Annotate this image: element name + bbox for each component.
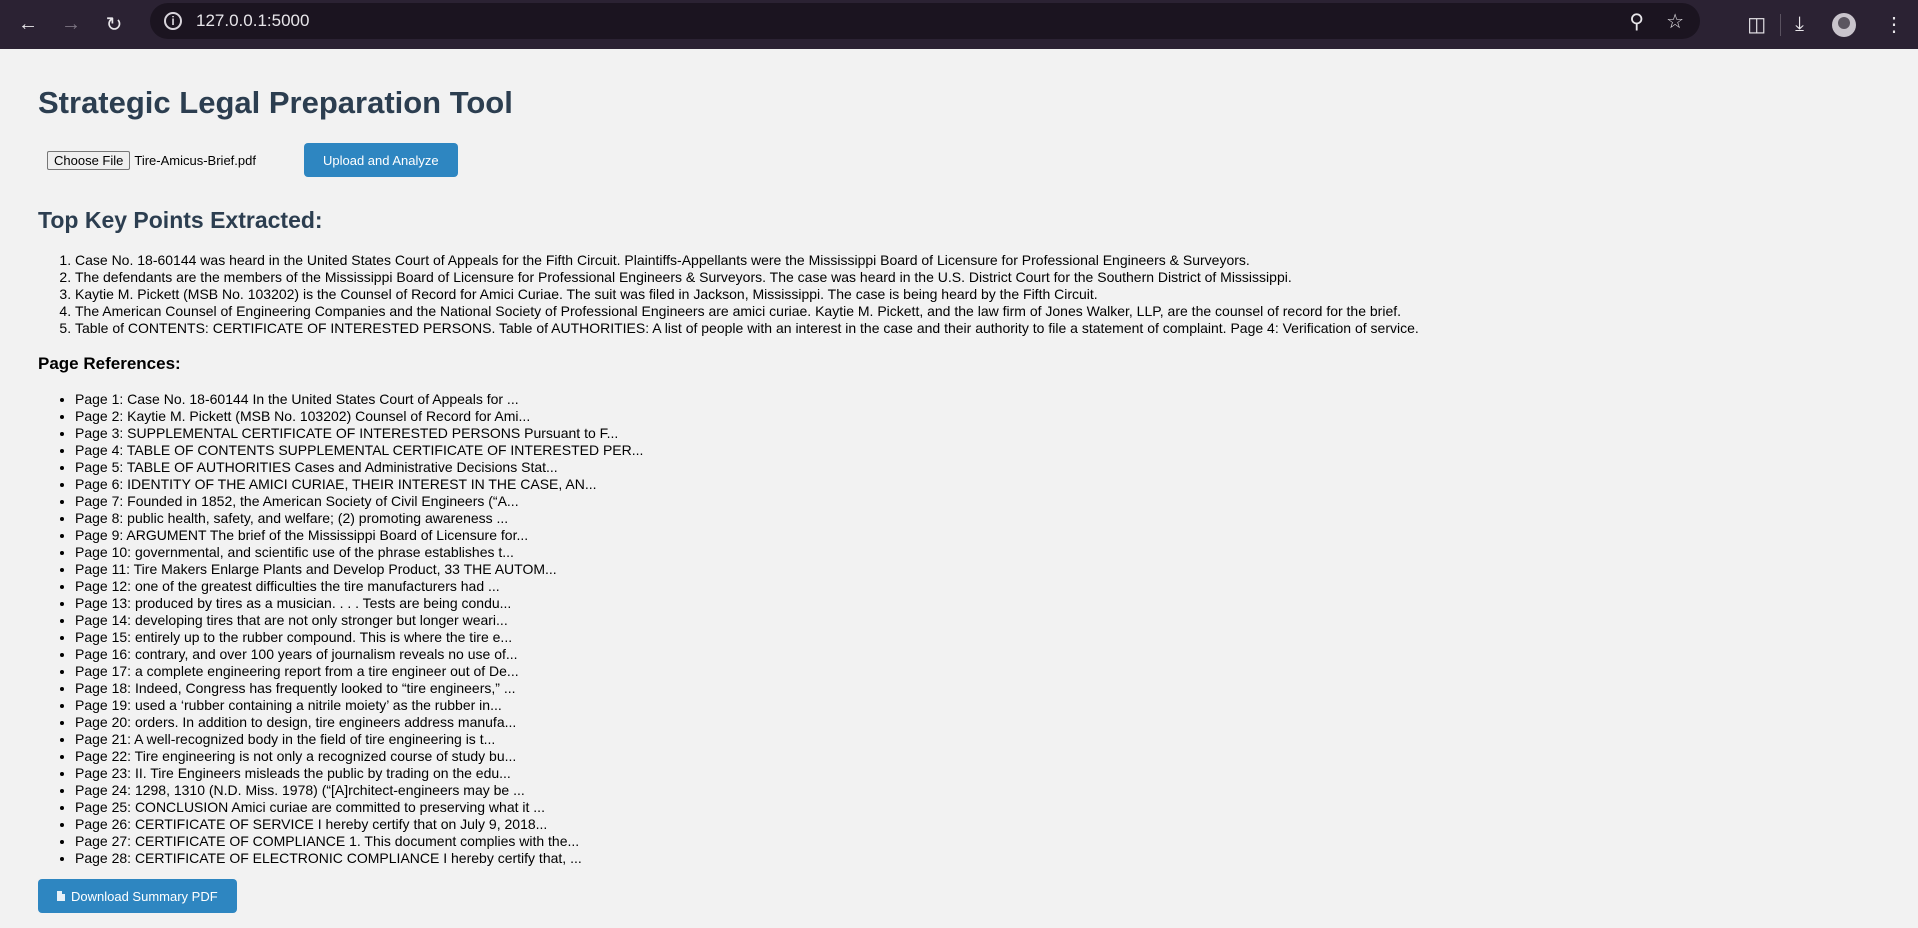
toolbar-divider — [1780, 13, 1782, 36]
page-reference-item: Page 15: entirely up to the rubber compo… — [75, 629, 1880, 646]
key-point-item: The defendants are the members of the Mi… — [75, 269, 1880, 286]
profile-avatar[interactable] — [1832, 12, 1856, 37]
page-reference-item: Page 25: CONCLUSION Amici curiae are com… — [75, 799, 1880, 816]
selected-file-name: Tire-Amicus-Brief.pdf — [134, 152, 256, 168]
key-point-item: Table of CONTENTS: CERTIFICATE OF INTERE… — [75, 320, 1880, 337]
menu-kebab-icon[interactable]: ⋮ — [1884, 12, 1904, 37]
page-reference-item: Page 8: public health, safety, and welfa… — [75, 510, 1880, 527]
page-reference-item: Page 1: Case No. 18-60144 In the United … — [75, 391, 1880, 408]
extensions-icon[interactable]: ◫ — [1747, 12, 1766, 37]
address-bar[interactable]: i 127.0.0.1:5000 ⚲ ☆ — [150, 3, 1700, 39]
page-reference-item: Page 9: ARGUMENT The brief of the Missis… — [75, 527, 1880, 544]
url-text[interactable]: 127.0.0.1:5000 — [196, 11, 309, 31]
page-reference-item: Page 17: a complete engineering report f… — [75, 663, 1880, 680]
page-references-list: Page 1: Case No. 18-60144 In the United … — [38, 391, 1880, 867]
page-reference-item: Page 10: governmental, and scientific us… — [75, 544, 1880, 561]
upload-analyze-button[interactable]: Upload and Analyze — [303, 143, 458, 177]
page-reference-item: Page 3: SUPPLEMENTAL CERTIFICATE OF INTE… — [75, 425, 1880, 442]
forward-arrow-icon[interactable]: → — [56, 10, 86, 40]
page-reference-item: Page 20: orders. In addition to design, … — [75, 714, 1880, 731]
site-info-icon[interactable]: i — [164, 12, 182, 30]
page-reference-item: Page 22: Tire engineering is not only a … — [75, 748, 1880, 765]
page-reference-item: Page 2: Kaytie M. Pickett (MSB No. 10320… — [75, 408, 1880, 425]
reload-icon[interactable]: ↻ — [99, 10, 129, 40]
page-reference-item: Page 14: developing tires that are not o… — [75, 612, 1880, 629]
upload-form: Choose File Tire-Amicus-Brief.pdf Upload… — [38, 143, 1880, 177]
bookmark-star-icon[interactable]: ☆ — [1666, 9, 1684, 34]
choose-file-button[interactable]: Choose File — [47, 150, 131, 170]
key-points-heading: Top Key Points Extracted: — [38, 207, 323, 233]
page-content: Strategic Legal Preparation Tool Choose … — [0, 85, 1918, 913]
download-summary-label: Download Summary PDF — [71, 888, 218, 904]
page-reference-item: Page 12: one of the greatest difficultie… — [75, 578, 1880, 595]
key-points-list: Case No. 18-60144 was heard in the Unite… — [38, 252, 1880, 337]
download-summary-button[interactable]: Download Summary PDF — [38, 879, 237, 913]
key-point-item: Kaytie M. Pickett (MSB No. 103202) is th… — [75, 286, 1880, 303]
back-arrow-icon[interactable]: ← — [13, 10, 43, 40]
page-reference-item: Page 19: used a ‘rubber containing a nit… — [75, 697, 1880, 714]
page-reference-item: Page 13: produced by tires as a musician… — [75, 595, 1880, 612]
browser-toolbar: ← → ↻ i 127.0.0.1:5000 ⚲ ☆ ◫ ⤓ ⋮ — [0, 0, 1918, 49]
page-reference-item: Page 6: IDENTITY OF THE AMICI CURIAE, TH… — [75, 476, 1880, 493]
document-icon — [57, 891, 65, 901]
page-reference-item: Page 27: CERTIFICATE OF COMPLIANCE 1. Th… — [75, 833, 1880, 850]
key-point-item: The American Counsel of Engineering Comp… — [75, 303, 1880, 320]
page-reference-item: Page 23: II. Tire Engineers misleads the… — [75, 765, 1880, 782]
page-reference-item: Page 5: TABLE OF AUTHORITIES Cases and A… — [75, 459, 1880, 476]
page-reference-item: Page 26: CERTIFICATE OF SERVICE I hereby… — [75, 816, 1880, 833]
omnibox-actions: ⚲ ☆ — [1629, 9, 1684, 34]
page-reference-item: Page 16: contrary, and over 100 years of… — [75, 646, 1880, 663]
download-icon[interactable]: ⤓ — [1795, 13, 1804, 36]
page-reference-item: Page 4: TABLE OF CONTENTS SUPPLEMENTAL C… — [75, 442, 1880, 459]
key-point-item: Case No. 18-60144 was heard in the Unite… — [75, 252, 1880, 269]
toolbar-right: ◫ ⤓ ⋮ — [1733, 0, 1918, 49]
page-references-heading: Page References: — [38, 354, 181, 373]
page-reference-item: Page 21: A well-recognized body in the f… — [75, 731, 1880, 748]
page-title: Strategic Legal Preparation Tool — [38, 85, 513, 120]
page-reference-item: Page 11: Tire Makers Enlarge Plants and … — [75, 561, 1880, 578]
page-reference-item: Page 24: 1298, 1310 (N.D. Miss. 1978) (“… — [75, 782, 1880, 799]
page-reference-item: Page 28: CERTIFICATE OF ELECTRONIC COMPL… — [75, 850, 1880, 867]
page-reference-item: Page 18: Indeed, Congress has frequently… — [75, 680, 1880, 697]
page-reference-item: Page 7: Founded in 1852, the American So… — [75, 493, 1880, 510]
zoom-icon[interactable]: ⚲ — [1629, 9, 1644, 34]
